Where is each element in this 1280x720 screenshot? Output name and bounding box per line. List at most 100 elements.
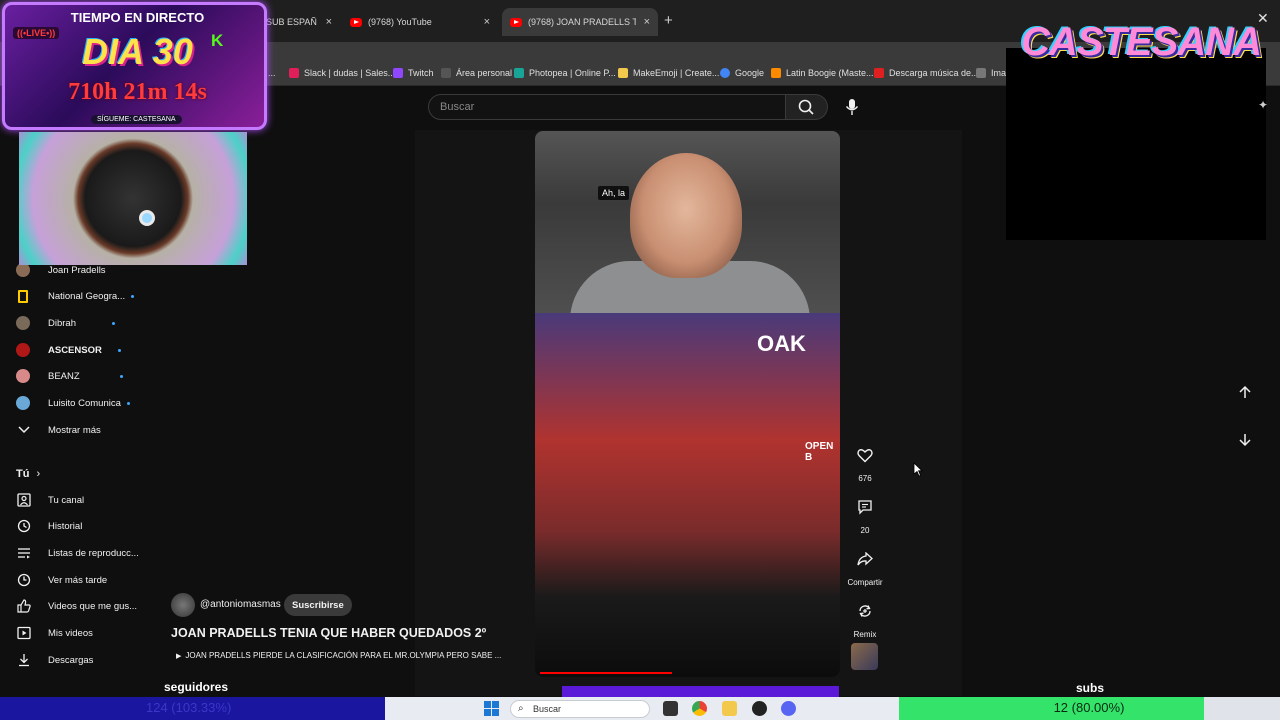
search-button[interactable]	[786, 94, 828, 120]
followers-goal-label: seguidores	[164, 680, 229, 694]
bookmark-slack[interactable]: Slack | dudas | Sales...	[289, 68, 395, 78]
sidebar-item-historial[interactable]: Historial	[16, 516, 82, 536]
channel-avatar	[16, 263, 30, 277]
app-icon[interactable]	[752, 701, 767, 716]
discord-icon[interactable]	[781, 701, 796, 716]
video-icon	[16, 625, 32, 641]
search-input[interactable]: Buscar	[428, 94, 786, 120]
next-short-button[interactable]	[1233, 428, 1257, 452]
close-icon[interactable]: ×	[318, 16, 332, 28]
channel-avatar	[16, 343, 30, 357]
remix-button[interactable]: Remix	[846, 596, 884, 639]
download-music-icon	[874, 68, 884, 78]
channel-handle[interactable]: @antoniomasmas	[200, 599, 281, 610]
screen: 8 [SUB ESPAÑ × (9768) YouTube × (9768) J…	[0, 0, 1280, 720]
chevron-right-icon: ›	[36, 468, 41, 480]
music-icon	[771, 68, 781, 78]
tab-title: (9768) JOAN PRADELLS TEN	[528, 17, 636, 27]
sidebar-item-ascensor[interactable]: ASCENSOR	[16, 340, 121, 360]
new-tab-button[interactable]: +	[664, 12, 673, 29]
search-icon	[798, 99, 814, 115]
download-icon	[16, 652, 32, 668]
sound-thumbnail[interactable]	[851, 643, 878, 670]
sidebar-item-mis-videos[interactable]: Mis videos	[16, 623, 93, 643]
kick-icon: K	[211, 31, 224, 50]
chevron-down-icon	[16, 422, 32, 438]
streamer-logo: CASTESANA	[1021, 19, 1262, 64]
you-section-heading[interactable]: Tú ›	[16, 468, 40, 480]
comments-button[interactable]: 20	[846, 492, 884, 535]
sparkle-icon: ✦	[1258, 98, 1269, 112]
bookmark[interactable]: ...	[268, 68, 276, 78]
like-button[interactable]: 676	[846, 440, 884, 483]
new-content-dot	[117, 348, 121, 352]
heart-icon	[857, 448, 873, 462]
voice-search-button[interactable]	[843, 97, 861, 117]
sidebar-item-luisito-comunica[interactable]: Luisito Comunica	[16, 393, 130, 413]
channel-avatar	[16, 396, 30, 410]
youtube-favicon-icon	[510, 17, 522, 27]
sidebar-item-dibrah[interactable]: Dibrah	[16, 313, 115, 333]
goal-bar-segment	[562, 686, 839, 697]
sidebar-item-ver-mas-tarde[interactable]: Ver más tarde	[16, 570, 107, 590]
feather-icon	[441, 68, 451, 78]
google-icon	[720, 68, 730, 78]
share-icon	[857, 552, 873, 566]
stage-banner-text: OPEN B	[805, 441, 834, 463]
sidebar-item-descargas[interactable]: Descargas	[16, 650, 93, 670]
video-title: JOAN PRADELLS TENIA QUE HABER QUEDADOS 2…	[171, 626, 487, 640]
comment-count: 20	[860, 526, 870, 535]
bookmark-twitch[interactable]: Twitch	[393, 68, 434, 78]
sidebar-item-listas[interactable]: Listas de reproducc...	[16, 543, 139, 563]
channel-avatar[interactable]	[171, 593, 195, 617]
clock-icon	[16, 572, 32, 588]
mouse-cursor-icon	[913, 462, 923, 477]
photopea-icon	[514, 68, 524, 78]
chrome-icon[interactable]	[692, 701, 707, 716]
timer-title: TIEMPO EN DIRECTO	[70, 10, 205, 25]
shorts-video-player[interactable]: Ah, la OAK OPEN B	[535, 131, 840, 677]
subs-goal-bar-remaining	[1204, 697, 1280, 720]
close-icon[interactable]: ×	[636, 16, 650, 28]
play-icon: ▶	[176, 653, 182, 660]
new-content-dot	[126, 401, 130, 405]
history-icon	[16, 518, 32, 534]
tab-title: (9768) YouTube	[368, 17, 432, 27]
sidebar-item-videos-que-me-gustan[interactable]: Videos que me gus...	[16, 596, 137, 616]
bookmark-latin-boogie[interactable]: Latin Boogie (Maste...	[771, 68, 874, 78]
bookmark-photopea[interactable]: Photopea | Online P...	[514, 68, 616, 78]
followers-goal-value: 124 (103.33%)	[146, 700, 232, 715]
twitch-icon	[393, 68, 403, 78]
close-icon[interactable]: ×	[476, 16, 490, 28]
taskbar-search-input[interactable]: ⌕ Buscar	[510, 700, 650, 718]
share-button[interactable]: Compartir	[846, 544, 884, 587]
follow-tag: SÍGUEME: CASTESANA	[91, 115, 182, 124]
task-view-icon[interactable]	[663, 701, 678, 716]
bookmark-makeemoji[interactable]: MakeEmoji | Create...	[618, 68, 719, 78]
bookmark-descarga-musica[interactable]: Descarga música de...	[874, 68, 979, 78]
sidebar-item-national-geographic[interactable]: National Geogra...	[16, 286, 135, 306]
bookmark-area-personal[interactable]: Área personal	[441, 68, 512, 78]
sidebar-item-tu-canal[interactable]: Tu canal	[16, 490, 84, 510]
bookmark-google[interactable]: Google	[720, 68, 764, 78]
subscribe-button[interactable]: Suscribirse	[284, 594, 352, 616]
video-subtitle: Ah, la	[598, 186, 630, 200]
new-content-dot	[131, 294, 135, 298]
browser-tab-active[interactable]: (9768) JOAN PRADELLS TEN ×	[502, 8, 658, 36]
browser-tab[interactable]: (9768) YouTube ×	[342, 8, 498, 36]
video-description[interactable]: ▶ JOAN PRADELLS PIERDE LA CLASIFICACIÓN P…	[176, 651, 501, 660]
channel-avatar	[16, 316, 30, 330]
emoji-icon	[618, 68, 628, 78]
remix-icon	[859, 605, 871, 617]
windows-start-icon[interactable]	[484, 701, 499, 716]
file-explorer-icon[interactable]	[722, 701, 737, 716]
video-progress-bar[interactable]	[540, 672, 672, 674]
channel-avatar	[18, 289, 28, 303]
comment-icon	[858, 500, 872, 515]
channel-avatar	[16, 369, 30, 383]
sidebar-item-beanz[interactable]: BEANZ	[16, 366, 123, 386]
microphone-icon	[845, 99, 859, 115]
sidebar-show-more[interactable]: Mostrar más	[16, 420, 101, 440]
stage-segment: OAK OPEN B	[535, 313, 840, 677]
previous-short-button[interactable]	[1233, 380, 1257, 404]
